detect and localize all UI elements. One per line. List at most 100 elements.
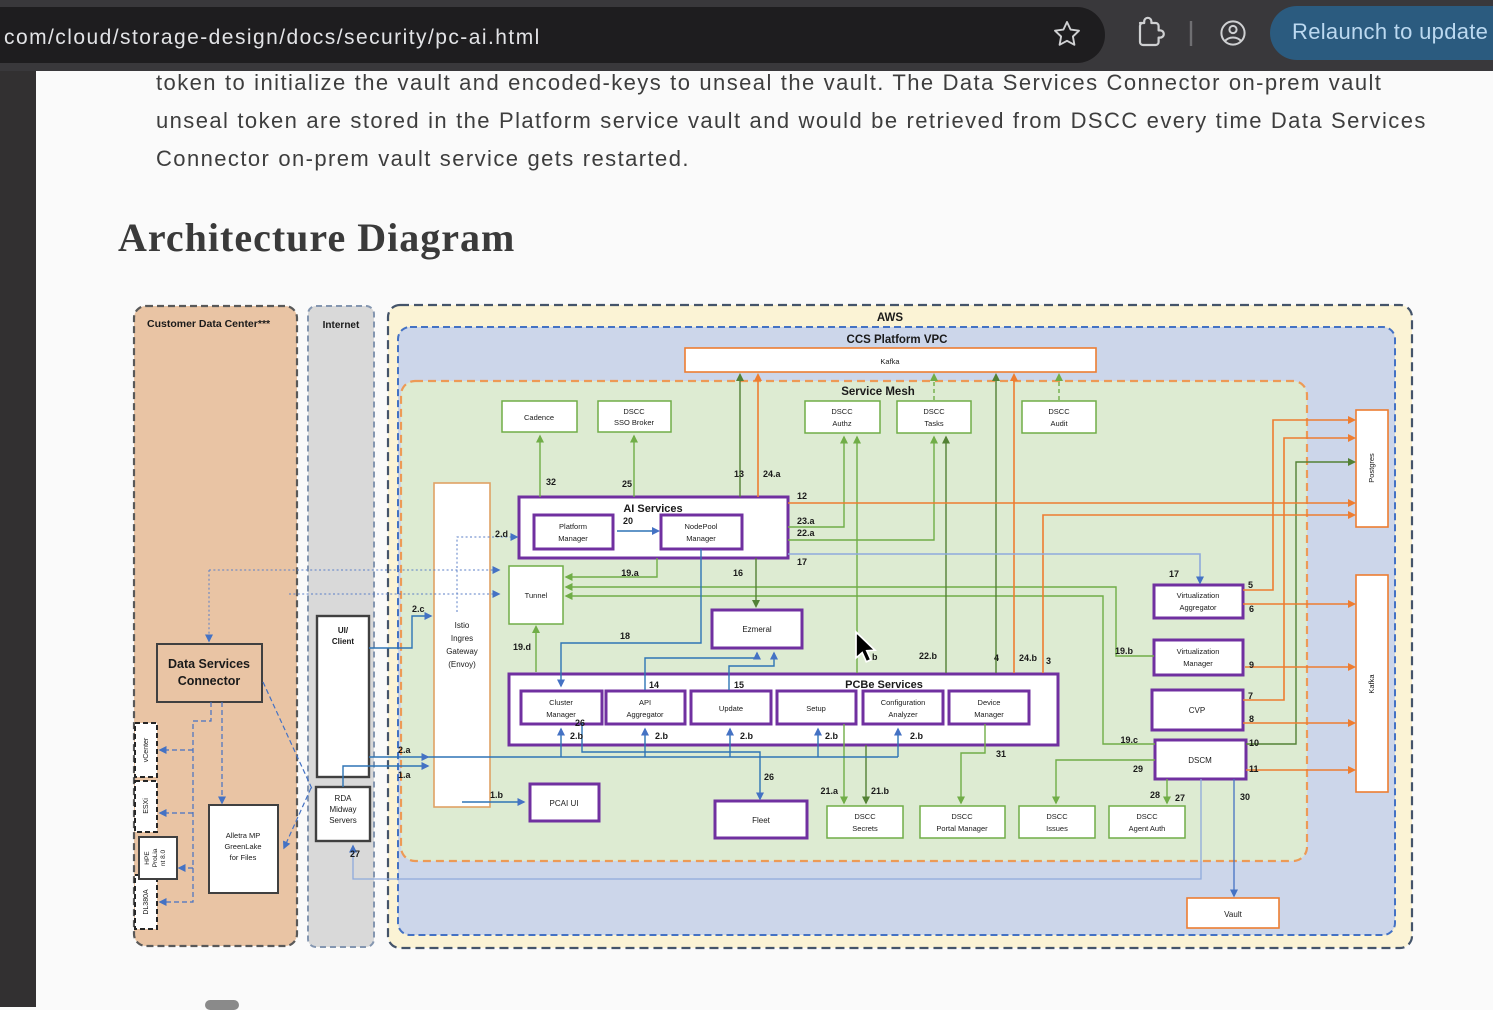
svg-text:26: 26 bbox=[575, 718, 585, 728]
svg-text:30: 30 bbox=[1240, 792, 1250, 802]
svg-text:Internet: Internet bbox=[323, 320, 360, 331]
svg-text:Gateway: Gateway bbox=[446, 647, 478, 656]
svg-text:2.b: 2.b bbox=[570, 731, 584, 741]
svg-text:19.d: 19.d bbox=[513, 642, 531, 652]
svg-text:Audit: Audit bbox=[1050, 419, 1068, 428]
svg-text:1.b: 1.b bbox=[490, 790, 504, 800]
svg-text:13: 13 bbox=[734, 469, 744, 479]
svg-text:Manager: Manager bbox=[546, 710, 576, 719]
svg-text:UI/: UI/ bbox=[338, 626, 349, 635]
svg-text:4: 4 bbox=[994, 653, 999, 663]
svg-text:22.b: 22.b bbox=[919, 651, 938, 661]
svg-text:17: 17 bbox=[797, 557, 807, 567]
svg-text:2.a: 2.a bbox=[398, 745, 412, 755]
svg-text:Virtualization: Virtualization bbox=[1177, 647, 1220, 656]
svg-text:Configuration: Configuration bbox=[881, 698, 926, 707]
svg-text:DSCC: DSCC bbox=[1046, 812, 1068, 821]
svg-text:DSCC: DSCC bbox=[831, 407, 853, 416]
svg-text:24.a: 24.a bbox=[763, 469, 782, 479]
svg-text:9: 9 bbox=[1249, 660, 1254, 670]
svg-text:DSCC: DSCC bbox=[854, 812, 876, 821]
svg-text:API: API bbox=[639, 698, 651, 707]
svg-text:Platform: Platform bbox=[559, 522, 587, 531]
svg-text:vCenter: vCenter bbox=[143, 737, 150, 762]
svg-text:ESXi: ESXi bbox=[143, 798, 150, 814]
svg-text:21.a: 21.a bbox=[820, 786, 839, 796]
svg-text:CCS Platform VPC: CCS Platform VPC bbox=[847, 334, 948, 346]
svg-text:12: 12 bbox=[797, 491, 807, 501]
svg-text:Midway: Midway bbox=[329, 805, 356, 814]
svg-text:Aggregator: Aggregator bbox=[1179, 603, 1217, 612]
svg-text:31: 31 bbox=[996, 749, 1006, 759]
svg-text:2.b: 2.b bbox=[825, 731, 839, 741]
svg-text:DSCC: DSCC bbox=[923, 407, 945, 416]
svg-text:DSCC: DSCC bbox=[1136, 812, 1158, 821]
svg-text:Servers: Servers bbox=[329, 816, 357, 825]
svg-text:Cluster: Cluster bbox=[549, 698, 573, 707]
svg-text:24.b: 24.b bbox=[1019, 653, 1038, 663]
svg-text:PCAI UI: PCAI UI bbox=[550, 799, 579, 808]
svg-text:Kafka: Kafka bbox=[880, 357, 900, 366]
svg-text:23.a: 23.a bbox=[797, 516, 816, 526]
svg-text:19.c: 19.c bbox=[1120, 735, 1138, 745]
svg-text:Manager: Manager bbox=[686, 534, 716, 543]
svg-text:Istio: Istio bbox=[455, 621, 470, 630]
svg-text:21.b: 21.b bbox=[871, 786, 890, 796]
svg-text:GreenLake: GreenLake bbox=[224, 842, 261, 851]
svg-text:29: 29 bbox=[1133, 764, 1143, 774]
svg-text:PCBe Services: PCBe Services bbox=[845, 679, 923, 691]
svg-text:Update: Update bbox=[719, 704, 743, 713]
svg-text:25: 25 bbox=[622, 479, 632, 489]
svg-text:22.a: 22.a bbox=[797, 528, 816, 538]
svg-text:Secrets: Secrets bbox=[852, 824, 878, 833]
svg-text:Service Mesh: Service Mesh bbox=[841, 386, 915, 398]
svg-text:Ezmeral: Ezmeral bbox=[742, 625, 772, 634]
svg-text:Manager: Manager bbox=[974, 710, 1004, 719]
svg-text:nt 8.0: nt 8.0 bbox=[160, 849, 167, 866]
svg-text:14: 14 bbox=[649, 680, 659, 690]
svg-text:(Envoy): (Envoy) bbox=[448, 660, 476, 669]
svg-text:19.a: 19.a bbox=[621, 568, 640, 578]
svg-text:28: 28 bbox=[1150, 790, 1160, 800]
svg-text:7: 7 bbox=[1248, 691, 1253, 701]
svg-text:18: 18 bbox=[620, 631, 630, 641]
svg-text:SSO Broker: SSO Broker bbox=[614, 418, 655, 427]
svg-text:Agent Auth: Agent Auth bbox=[1129, 824, 1166, 833]
svg-text:Data Services: Data Services bbox=[168, 657, 250, 671]
svg-text:2.d: 2.d bbox=[495, 529, 508, 539]
svg-text:CVP: CVP bbox=[1189, 706, 1205, 715]
svg-text:HPE: HPE bbox=[144, 851, 151, 865]
svg-text:Postgres: Postgres bbox=[1367, 453, 1376, 483]
svg-text:15: 15 bbox=[734, 680, 744, 690]
svg-text:16: 16 bbox=[733, 568, 743, 578]
svg-text:Manager: Manager bbox=[1183, 659, 1213, 668]
svg-text:5: 5 bbox=[1248, 580, 1253, 590]
svg-text:NodePool: NodePool bbox=[685, 522, 718, 531]
svg-text:Client: Client bbox=[332, 637, 355, 646]
svg-text:19.b: 19.b bbox=[1115, 646, 1134, 656]
svg-text:Issues: Issues bbox=[1046, 824, 1068, 833]
svg-text:DSCC: DSCC bbox=[623, 407, 645, 416]
svg-text:32: 32 bbox=[546, 477, 556, 487]
svg-text:RDA: RDA bbox=[335, 794, 353, 803]
svg-text:20: 20 bbox=[623, 516, 633, 526]
svg-text:Customer Data Center***: Customer Data Center*** bbox=[147, 318, 271, 330]
svg-text:26: 26 bbox=[764, 772, 774, 782]
svg-text:11: 11 bbox=[1249, 764, 1259, 774]
svg-text:Virtualization: Virtualization bbox=[1177, 591, 1220, 600]
svg-text:27: 27 bbox=[350, 849, 360, 859]
svg-text:Manager: Manager bbox=[558, 534, 588, 543]
svg-text:2.b: 2.b bbox=[655, 731, 669, 741]
svg-text:Ingres: Ingres bbox=[451, 634, 473, 643]
svg-text:Setup: Setup bbox=[806, 704, 826, 713]
svg-text:3: 3 bbox=[1046, 656, 1051, 666]
svg-text:Tasks: Tasks bbox=[924, 419, 943, 428]
svg-text:2.c: 2.c bbox=[412, 604, 425, 614]
svg-text:Alletra MP: Alletra MP bbox=[226, 831, 261, 840]
svg-text:17: 17 bbox=[1169, 569, 1179, 579]
svg-text:DL380A: DL380A bbox=[143, 889, 150, 915]
svg-text:DSCC: DSCC bbox=[951, 812, 973, 821]
svg-text:b: b bbox=[872, 652, 878, 662]
svg-text:Cadence: Cadence bbox=[524, 413, 554, 422]
svg-text:Device: Device bbox=[978, 698, 1001, 707]
